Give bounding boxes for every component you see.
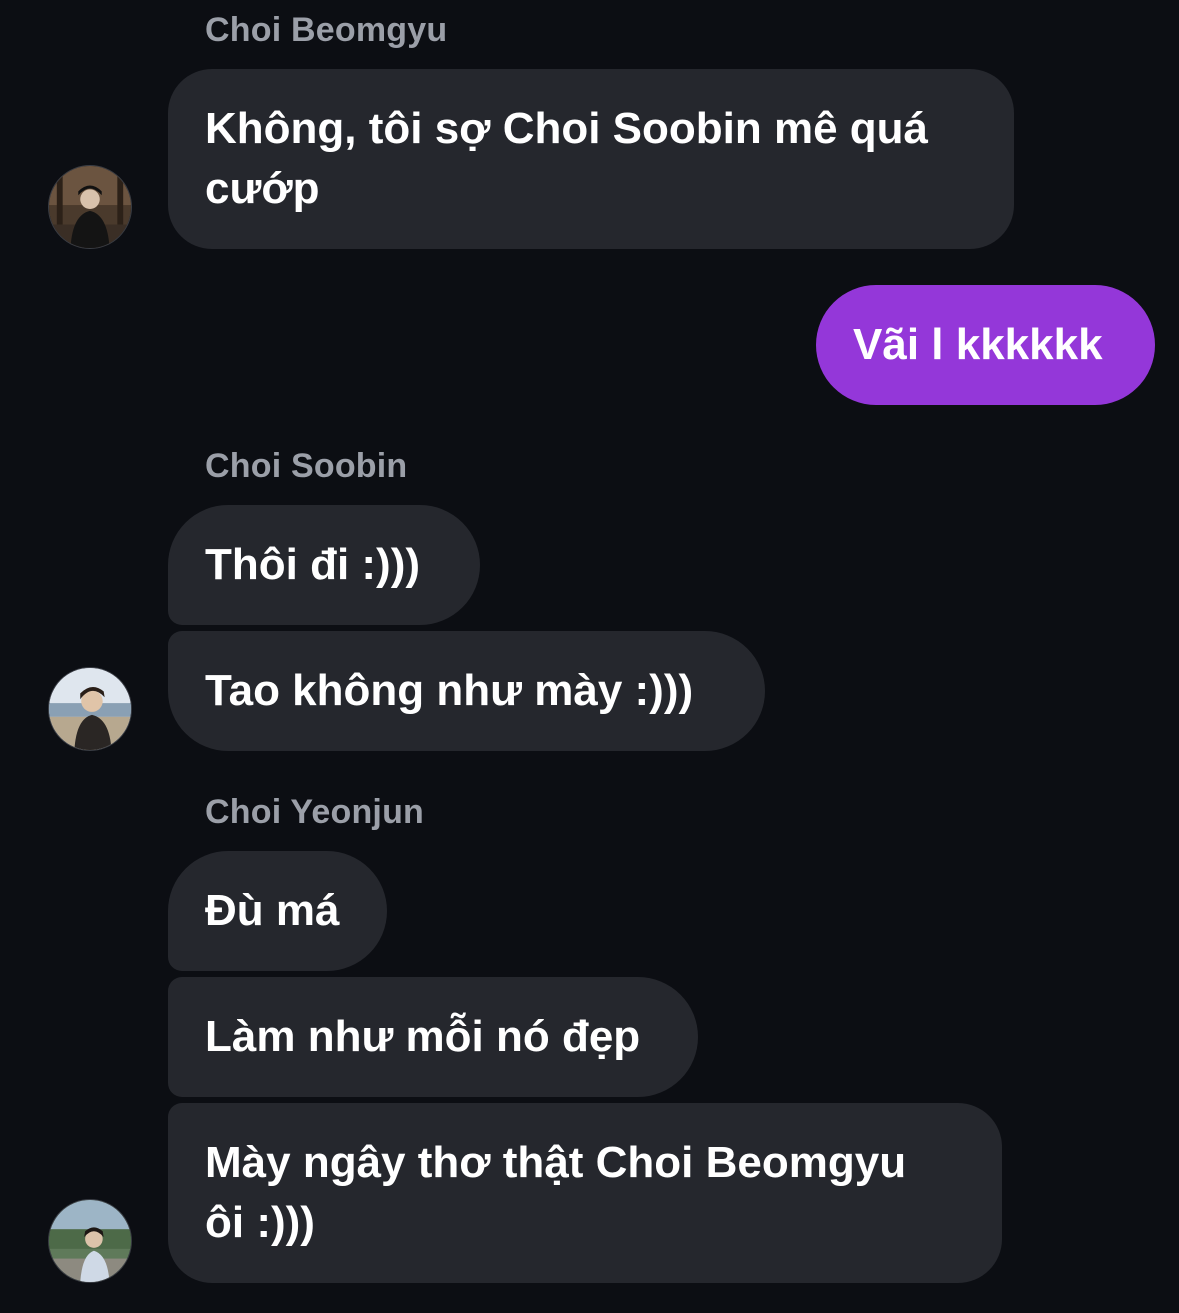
message-text: Thôi đi :))) xyxy=(205,540,421,589)
message-bubble-soobin-2[interactable]: Tao không như mày :))) xyxy=(168,631,765,751)
soobin-avatar-icon[interactable] xyxy=(48,667,132,751)
message-bubble-yeonjun-1[interactable]: Đù má xyxy=(168,851,387,971)
message-line-1: Mày ngây thơ thật Choi Beomgyu xyxy=(205,1138,907,1187)
message-text: Làm như mỗi nó đẹp xyxy=(205,1012,641,1061)
yeonjun-avatar-icon[interactable] xyxy=(48,1199,132,1283)
sender-name-soobin: Choi Soobin xyxy=(205,447,408,485)
sender-name-beomgyu: Choi Beomgyu xyxy=(205,11,448,49)
beomgyu-avatar-icon[interactable] xyxy=(48,165,132,249)
message-text: Đù má xyxy=(205,886,340,935)
message-line-1: Không, tôi sợ Choi Soobin mê quá xyxy=(205,104,929,153)
message-bubble-yeonjun-2[interactable]: Làm như mỗi nó đẹp xyxy=(168,977,698,1097)
message-line-2: cướp xyxy=(205,164,320,213)
message-bubble-beomgyu[interactable]: Không, tôi sợ Choi Soobin mê quá cướp xyxy=(168,69,1014,249)
message-line-2: ôi :))) xyxy=(205,1198,315,1247)
message-bubble-yeonjun-3[interactable]: Mày ngây thơ thật Choi Beomgyu ôi :))) xyxy=(168,1103,1002,1283)
message-text: Mày ngây thơ thật Choi Beomgyu ôi :))) xyxy=(205,1133,906,1253)
message-text: Vãi l kkkkkk xyxy=(853,320,1103,369)
sender-name-yeonjun: Choi Yeonjun xyxy=(205,793,425,831)
message-bubble-outgoing[interactable]: Vãi l kkkkkk xyxy=(816,285,1155,405)
message-text: Không, tôi sợ Choi Soobin mê quá cướp xyxy=(205,99,928,219)
message-bubble-soobin-1[interactable]: Thôi đi :))) xyxy=(168,505,480,625)
message-text: Tao không như mày :))) xyxy=(205,666,694,715)
